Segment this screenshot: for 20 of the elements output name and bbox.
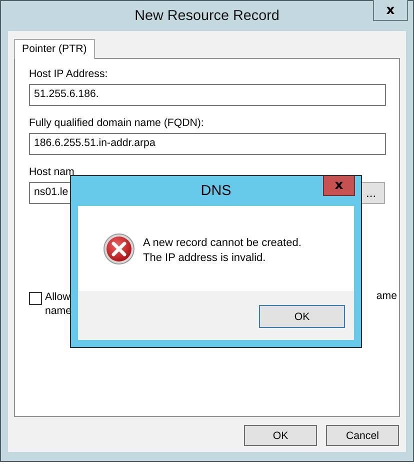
error-message: The IP address is invalid. [143, 251, 267, 266]
field-label: Host IP Address: [29, 68, 109, 80]
checkbox-label: name [45, 304, 72, 318]
input-field[interactable]: 51.255.6.186. [29, 84, 386, 106]
ok-button[interactable]: OK [259, 305, 345, 328]
tab[interactable]: Pointer (PTR) [14, 39, 95, 59]
dialog-title: DNS [200, 183, 232, 199]
field-label: Host nam [29, 166, 76, 178]
checkbox-label: ame [376, 290, 397, 302]
cancel-button[interactable]: Cancel [326, 425, 399, 446]
checkbox[interactable] [29, 292, 42, 305]
field-label: Fully qualified domain name (FQDN): [29, 117, 205, 129]
checkbox-label: Allow [45, 290, 72, 304]
close-button[interactable]: x [373, 0, 408, 21]
window-title: New Resource Record [134, 8, 280, 24]
ok-button[interactable]: OK [244, 425, 317, 446]
close-button[interactable]: x [323, 176, 355, 196]
error-icon [103, 233, 135, 265]
input-field[interactable]: 186.6.255.51.in-addr.arpa [29, 133, 386, 155]
error-message: A new record cannot be created. [143, 236, 302, 251]
